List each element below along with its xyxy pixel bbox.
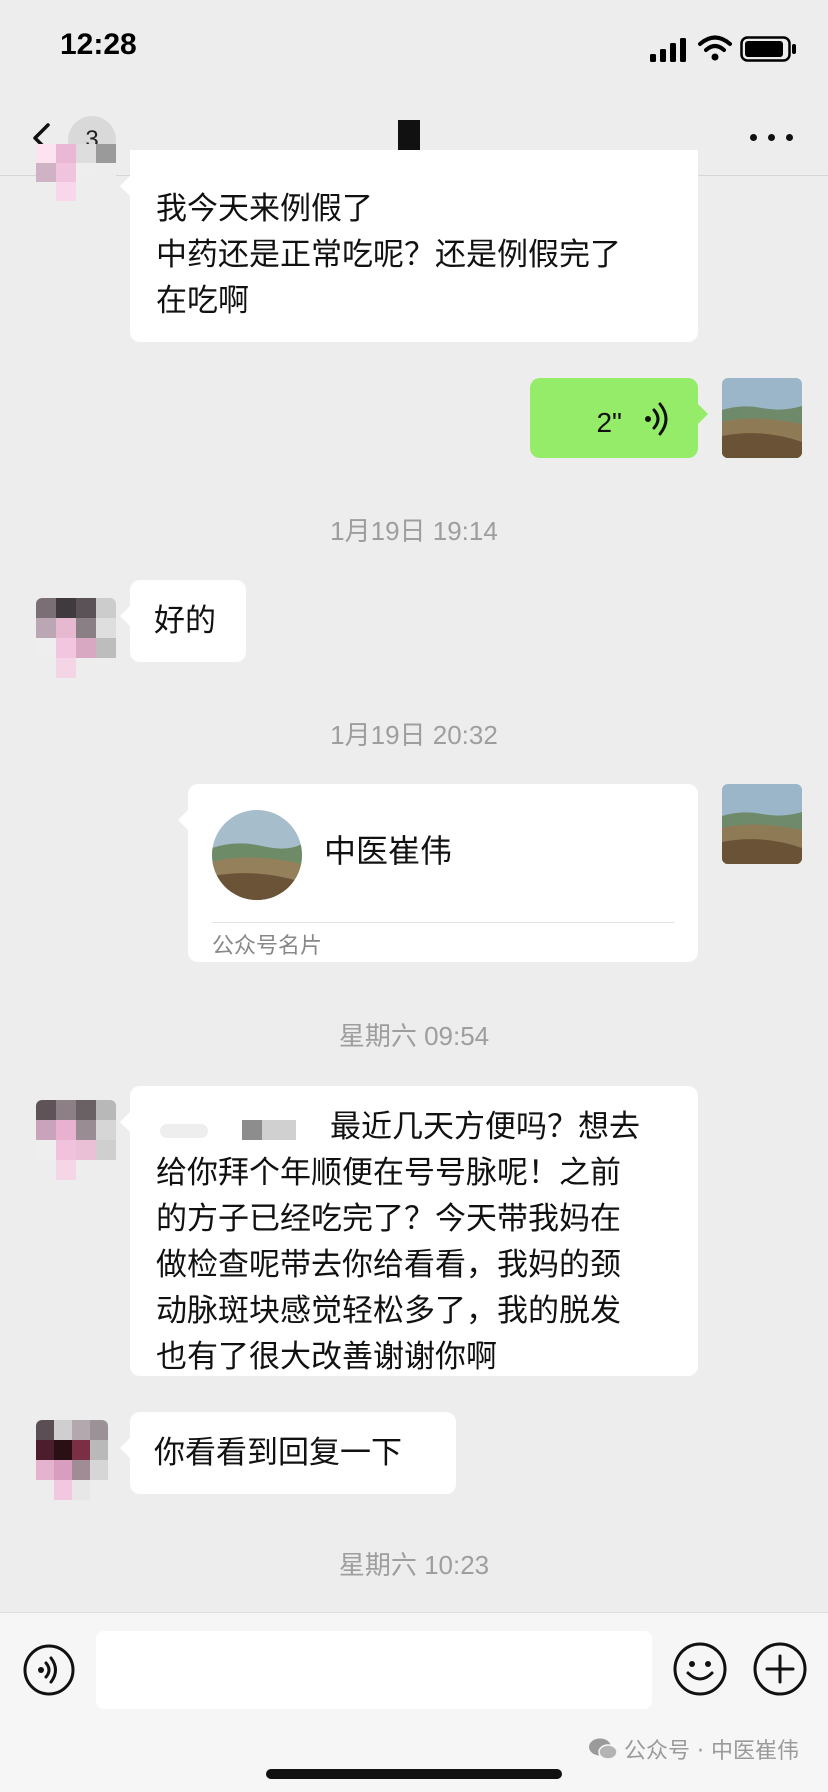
wechat-icon [589, 1738, 618, 1760]
message-bubble[interactable]: 最近几天方便吗？想去 给你拜个年顺便在号号脉呢！之前 的方子已经吃完了？今天带我… [120, 1086, 698, 1376]
timestamp: 星期六 10:23 [338, 1550, 490, 1580]
battery-icon [740, 36, 796, 62]
emoji-icon[interactable] [672, 1641, 728, 1697]
timestamp: 星期六 09:54 [338, 1021, 490, 1051]
contact-avatar[interactable] [36, 1420, 108, 1500]
status-time: 12:28 [60, 28, 137, 61]
signal-icon [650, 38, 686, 62]
message-bubble[interactable]: 你看看到回复一下 [120, 1412, 456, 1494]
message-line: 在吃啊 [156, 283, 249, 319]
my-avatar[interactable] [722, 378, 802, 458]
message-line: 中药还是正常吃呢？还是例假完了 [156, 237, 621, 273]
message-line: 我今天来例假了 [156, 191, 373, 227]
more-icon[interactable] [740, 116, 804, 160]
message-text: 好的 [154, 603, 216, 639]
message-line: 的方子已经吃完了？今天带我妈在 [156, 1201, 621, 1237]
voice-duration: 2" [596, 407, 622, 438]
contact-avatar[interactable] [36, 144, 116, 220]
message-line: 做检查呢带去你给看看，我妈的颈 [156, 1247, 621, 1283]
message-input[interactable] [96, 1631, 652, 1709]
voice-message-bubble[interactable]: 2" [530, 378, 708, 458]
contact-avatar[interactable] [36, 1100, 116, 1180]
contact-avatar[interactable] [36, 598, 116, 678]
status-bar: 12:28 [0, 0, 828, 100]
card-label: 公众号名片 [212, 934, 323, 959]
add-icon[interactable] [752, 1641, 808, 1697]
watermark: 公众号 · 中医崔伟 [588, 1733, 799, 1765]
card-name: 中医崔伟 [324, 832, 453, 870]
home-indicator[interactable] [266, 1769, 562, 1779]
input-bar: 公众号 · 中医崔伟 [0, 1612, 828, 1792]
voice-mode-icon[interactable] [22, 1643, 76, 1697]
message-line: 最近几天方便吗？想去 [330, 1109, 640, 1145]
watermark-text: 公众号 · 中医崔伟 [624, 1739, 799, 1764]
message-line: 给你拜个年顺便在号号脉呢！之前 [156, 1155, 621, 1191]
message-line: 也有了很大改善谢谢你啊 [156, 1339, 497, 1375]
card-divider [212, 922, 674, 923]
wifi-icon [698, 35, 732, 61]
my-avatar[interactable] [722, 784, 802, 864]
card-avatar [212, 810, 302, 900]
message-bubble[interactable]: 我今天来例假了 中药还是正常吃呢？还是例假完了 在吃啊 [120, 150, 698, 342]
timestamp: 1月19日 19:14 [330, 516, 498, 546]
voice-wave-icon [645, 402, 668, 436]
message-bubble[interactable]: 好的 [120, 580, 246, 662]
official-account-card[interactable]: 中医崔伟 公众号名片 [178, 784, 698, 962]
message-text: 你看看到回复一下 [154, 1435, 402, 1471]
timestamp: 1月19日 20:32 [330, 720, 498, 750]
message-line: 动脉斑块感觉轻松多了，我的脱发 [156, 1293, 621, 1329]
